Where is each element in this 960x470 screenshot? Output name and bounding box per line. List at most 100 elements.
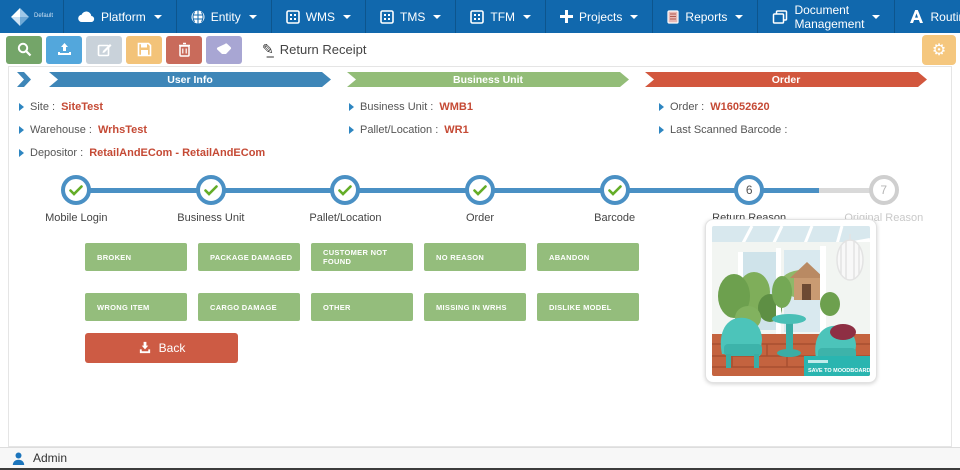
nav-item-tms[interactable]: TMS [365, 0, 455, 33]
nav-item-reports[interactable]: Reports [652, 0, 757, 33]
nav-item-projects[interactable]: Projects [545, 0, 652, 33]
step-pallet-location[interactable]: Pallet/Location [278, 175, 413, 224]
step-business-unit[interactable]: Business Unit [144, 175, 279, 224]
cloud-icon [78, 11, 95, 23]
building-icon [380, 10, 394, 24]
nav-item-label: TMS [400, 10, 425, 24]
field-order: Order : W16052620 [659, 101, 949, 113]
globe-icon [191, 10, 205, 24]
caret-right-icon [659, 103, 664, 111]
nav-item-label: Routing [930, 10, 960, 24]
delete-button[interactable] [166, 36, 202, 64]
field-business-unit: Business Unit : WMB1 [349, 101, 659, 113]
banner-label: User Info [167, 74, 213, 86]
banner-label: Business Unit [453, 74, 523, 86]
nav-item-label: Platform [101, 10, 146, 24]
reason-button-package-damaged[interactable]: PACKAGE DAMAGED [198, 243, 300, 271]
caret-down-icon [249, 15, 257, 19]
reason-button-broken[interactable]: BROKEN [85, 243, 187, 271]
save-icon [137, 42, 152, 57]
field-value: RetailAndECom - RetailAndECom [89, 147, 265, 159]
field-value: WMB1 [439, 101, 473, 113]
caret-down-icon [735, 15, 743, 19]
field-label: Business Unit : [360, 101, 433, 113]
caret-right-icon [659, 126, 664, 134]
check-icon [473, 185, 487, 196]
search-button[interactable] [6, 36, 42, 64]
caret-right-icon [349, 103, 354, 111]
caret-down-icon [343, 15, 351, 19]
building-icon [470, 10, 484, 24]
erase-button[interactable] [206, 36, 242, 64]
eraser-icon [216, 43, 232, 56]
field-value: WR1 [444, 124, 468, 136]
field-pallet-location: Pallet/Location : WR1 [349, 124, 659, 136]
banner-user-info[interactable]: User Info [49, 72, 331, 87]
banner-lead-chevron-icon [17, 72, 31, 87]
field-last-scanned-barcode: Last Scanned Barcode : [659, 124, 949, 136]
back-button[interactable]: Back [85, 333, 238, 363]
nav-item-label: Reports [685, 10, 727, 24]
reason-button-missing-in-wrhs[interactable]: MISSING IN WRHS [424, 293, 526, 321]
banner-business-unit[interactable]: Business Unit [347, 72, 629, 87]
step-mobile-login[interactable]: Mobile Login [9, 175, 144, 224]
reason-button-customer-not-found[interactable]: CUSTOMER NOT FOUND [311, 243, 413, 271]
step-number: 7 [880, 183, 887, 197]
logo-icon [10, 7, 30, 27]
step-order[interactable]: Order [413, 175, 548, 224]
page-title: ✎̲ Return Receipt [262, 41, 366, 58]
step-banners: User Info Business Unit Order [49, 72, 927, 87]
logo-text: Default [34, 13, 53, 20]
caret-right-icon [19, 126, 24, 134]
step-label: Mobile Login [45, 212, 107, 224]
field-label: Pallet/Location : [360, 124, 438, 136]
documents-icon [772, 10, 788, 24]
reason-button-no-reason[interactable]: NO REASON [424, 243, 526, 271]
field-label: Site : [30, 101, 55, 113]
step-return-reason[interactable]: 6 Return Reason [682, 175, 817, 224]
photo-tag-text: SAVE TO MOODBOARD [808, 368, 870, 374]
reason-button-other[interactable]: OTHER [311, 293, 413, 321]
reason-button-wrong-item[interactable]: WRONG ITEM [85, 293, 187, 321]
edit-button[interactable] [86, 36, 122, 64]
banner-label: Order [772, 74, 801, 86]
nav-item-entity[interactable]: Entity [176, 0, 271, 33]
field-warehouse: Warehouse : WrhsTest [19, 124, 349, 136]
caret-right-icon [19, 103, 24, 111]
reason-button-dislike-model[interactable]: DISLIKE MODEL [537, 293, 639, 321]
settings-button[interactable]: ⚙ [922, 35, 956, 65]
nav-item-tfm[interactable]: TFM [455, 0, 545, 33]
back-button-label: Back [159, 341, 186, 355]
upload-button[interactable] [46, 36, 82, 64]
nav-item-wms[interactable]: WMS [271, 0, 365, 33]
field-label: Depositor : [30, 147, 83, 159]
product-photo[interactable]: SAVE TO MOODBOARD [705, 219, 877, 383]
caret-down-icon [433, 15, 441, 19]
banner-order[interactable]: Order [645, 72, 927, 87]
plus-icon [560, 10, 573, 23]
info-fields: Site : SiteTest Warehouse : WrhsTest Dep… [19, 101, 951, 159]
field-label: Warehouse : [30, 124, 92, 136]
app-logo[interactable]: Default [0, 0, 63, 33]
gear-icon: ⚙ [932, 40, 946, 60]
nav-item-document-management[interactable]: Document Management [757, 0, 894, 33]
toolbar: ✎̲ Return Receipt ⚙ [0, 33, 960, 66]
return-reason-buttons: BROKEN PACKAGE DAMAGED CUSTOMER NOT FOUN… [85, 243, 639, 363]
save-button[interactable] [126, 36, 162, 64]
reason-button-cargo-damage[interactable]: CARGO DAMAGE [198, 293, 300, 321]
nav-item-routing[interactable]: Routing [894, 0, 960, 33]
caret-right-icon [19, 149, 24, 157]
routing-icon [909, 10, 924, 23]
step-barcode[interactable]: Barcode [547, 175, 682, 224]
step-number: 6 [746, 183, 753, 197]
user-icon [12, 452, 25, 465]
reason-button-abandon[interactable]: ABANDON [537, 243, 639, 271]
field-site: Site : SiteTest [19, 101, 349, 113]
back-download-icon [138, 341, 152, 355]
caret-down-icon [154, 15, 162, 19]
step-original-reason[interactable]: 7 Original Reason [816, 175, 951, 224]
pen-icon: ✎̲ [262, 41, 274, 58]
nav-item-label: Entity [211, 10, 241, 24]
nav-item-platform[interactable]: Platform [63, 0, 176, 33]
field-label: Order : [670, 101, 704, 113]
